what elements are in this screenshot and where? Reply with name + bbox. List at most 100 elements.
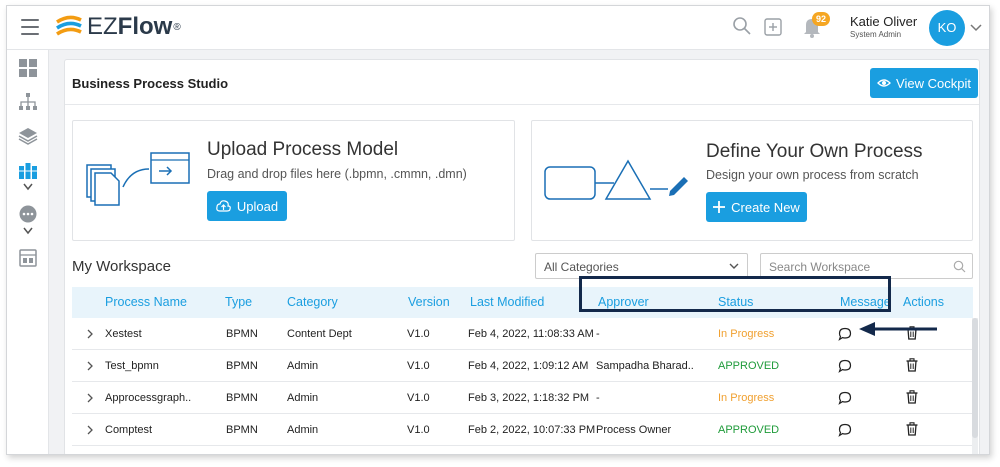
plus-icon bbox=[713, 201, 726, 213]
avatar[interactable]: KO bbox=[929, 10, 965, 46]
upload-panel[interactable]: Upload Process Model Drag and drop files… bbox=[72, 120, 515, 241]
process-version: V1.0 bbox=[407, 424, 430, 436]
upload-illustration-icon bbox=[86, 152, 190, 206]
table-row[interactable]: Approcessgraph.. BPMN Admin V1.0 Feb 3, … bbox=[72, 382, 973, 414]
app-logo[interactable]: EZFlow ® bbox=[55, 12, 181, 42]
approver: Sampadha Bharad.. bbox=[596, 360, 694, 372]
process-category: Admin bbox=[287, 424, 319, 436]
layers-icon[interactable] bbox=[18, 126, 38, 146]
table-row[interactable]: Comptest BPMN Admin V1.0 Feb 2, 2022, 10… bbox=[72, 414, 973, 446]
report-icon[interactable] bbox=[18, 248, 38, 268]
search-placeholder: Search Workspace bbox=[769, 260, 871, 274]
upload-panel-title: Upload Process Model bbox=[207, 139, 399, 160]
sidebar bbox=[7, 50, 49, 454]
search-icon[interactable] bbox=[732, 16, 752, 36]
column-header-type[interactable]: Type bbox=[225, 295, 252, 309]
chevron-down-icon[interactable] bbox=[18, 226, 38, 236]
table-scrollbar[interactable] bbox=[972, 318, 978, 454]
status-badge: In Progress bbox=[718, 328, 775, 340]
chat-icon[interactable] bbox=[18, 204, 38, 224]
column-header-actions: Actions bbox=[903, 295, 944, 309]
divider bbox=[65, 104, 979, 105]
process-type: BPMN bbox=[226, 424, 258, 436]
search-icon[interactable] bbox=[953, 260, 966, 273]
message-icon[interactable] bbox=[838, 391, 852, 405]
define-panel-title: Define Your Own Process bbox=[706, 141, 923, 162]
annotation-highlight-box bbox=[579, 276, 891, 312]
process-category: Admin bbox=[287, 360, 319, 372]
trash-icon[interactable] bbox=[906, 422, 918, 436]
last-modified: Feb 2, 2022, 10:07:33 PM bbox=[468, 424, 596, 436]
status-badge: In Progress bbox=[718, 392, 775, 404]
chevron-down-icon[interactable] bbox=[18, 182, 38, 192]
create-new-button[interactable]: Create New bbox=[706, 192, 807, 222]
view-cockpit-label: View Cockpit bbox=[896, 75, 971, 91]
status-badge: APPROVED bbox=[718, 360, 780, 372]
last-modified: Feb 3, 2022, 1:18:32 PM bbox=[468, 392, 590, 404]
chevron-right-icon[interactable] bbox=[86, 361, 94, 371]
view-cockpit-button[interactable]: View Cockpit bbox=[870, 68, 978, 98]
status-badge: APPROVED bbox=[718, 424, 780, 436]
add-icon[interactable] bbox=[764, 18, 782, 36]
menu-icon[interactable] bbox=[21, 19, 39, 35]
column-header-process-name[interactable]: Process Name bbox=[105, 295, 187, 309]
message-icon[interactable] bbox=[838, 423, 852, 437]
approver: Process Owner bbox=[596, 424, 672, 436]
user-role: System Admin bbox=[850, 30, 902, 39]
scrollbar-thumb[interactable] bbox=[972, 318, 978, 438]
upload-button-label: Upload bbox=[236, 198, 279, 214]
process-type: BPMN bbox=[226, 360, 258, 372]
process-name[interactable]: Test_bpmn bbox=[105, 360, 159, 372]
approver: - bbox=[596, 392, 600, 404]
dashboard-icon[interactable] bbox=[18, 58, 38, 78]
process-category: Admin bbox=[287, 392, 319, 404]
process-name[interactable]: Xestest bbox=[105, 328, 142, 340]
main-content: Business Process Studio View Cockpit Upl… bbox=[64, 59, 980, 454]
page-title: Business Process Studio bbox=[72, 76, 229, 91]
process-name[interactable]: Approcessgraph.. bbox=[105, 392, 191, 404]
chevron-down-icon[interactable] bbox=[970, 22, 982, 32]
process-studio-icon[interactable] bbox=[18, 160, 38, 180]
upload-panel-subtitle: Drag and drop files here (.bpmn, .cmmn, … bbox=[207, 167, 467, 181]
message-icon[interactable] bbox=[838, 359, 852, 373]
process-version: V1.0 bbox=[407, 392, 430, 404]
category-select-value: All Categories bbox=[544, 260, 619, 274]
logo-mark-icon bbox=[56, 15, 82, 36]
upload-button[interactable]: Upload bbox=[207, 191, 287, 221]
column-header-version[interactable]: Version bbox=[408, 295, 450, 309]
column-header-last-modified[interactable]: Last Modified bbox=[470, 295, 544, 309]
approver: - bbox=[596, 328, 600, 340]
chevron-right-icon[interactable] bbox=[86, 329, 94, 339]
process-category: Content Dept bbox=[287, 328, 352, 340]
logo-registered-mark: ® bbox=[173, 21, 181, 33]
process-type: BPMN bbox=[226, 392, 258, 404]
table-row[interactable]: Test_bpmn BPMN Admin V1.0 Feb 4, 2022, 1… bbox=[72, 350, 973, 382]
last-modified: Feb 4, 2022, 11:08:33 AM bbox=[468, 328, 594, 340]
chevron-down-icon bbox=[729, 263, 739, 269]
last-modified: Feb 4, 2022, 1:09:12 AM bbox=[468, 360, 589, 372]
process-name[interactable]: Comptest bbox=[105, 424, 152, 436]
chevron-right-icon[interactable] bbox=[86, 425, 94, 435]
chevron-right-icon[interactable] bbox=[86, 393, 94, 403]
process-version: V1.0 bbox=[407, 360, 430, 372]
logo-text: EZFlow bbox=[87, 13, 173, 40]
cloud-upload-icon bbox=[216, 200, 231, 212]
user-name: Katie Oliver bbox=[850, 14, 918, 29]
notification-badge: 92 bbox=[812, 12, 830, 26]
process-diagram-icon bbox=[544, 159, 688, 200]
app-window: EZFlow® 92 Katie Oliver System Admin KO bbox=[6, 5, 990, 455]
create-new-label: Create New bbox=[731, 199, 800, 215]
define-panel-subtitle: Design your own process from scratch bbox=[706, 168, 919, 182]
process-version: V1.0 bbox=[407, 328, 430, 340]
column-header-category[interactable]: Category bbox=[287, 295, 338, 309]
define-process-panel[interactable]: Define Your Own Process Design your own … bbox=[531, 120, 973, 241]
message-icon[interactable] bbox=[838, 327, 852, 341]
top-bar: EZFlow ® 92 Katie Oliver System Admin KO bbox=[7, 6, 989, 50]
trash-icon[interactable] bbox=[906, 358, 918, 372]
process-type: BPMN bbox=[226, 328, 258, 340]
hierarchy-icon[interactable] bbox=[18, 92, 38, 112]
eye-icon bbox=[877, 79, 891, 87]
table-row[interactable]: Xestest BPMN Content Dept V1.0 Feb 4, 20… bbox=[72, 318, 973, 350]
trash-icon[interactable] bbox=[906, 390, 918, 404]
annotation-arrow-icon bbox=[859, 322, 937, 336]
